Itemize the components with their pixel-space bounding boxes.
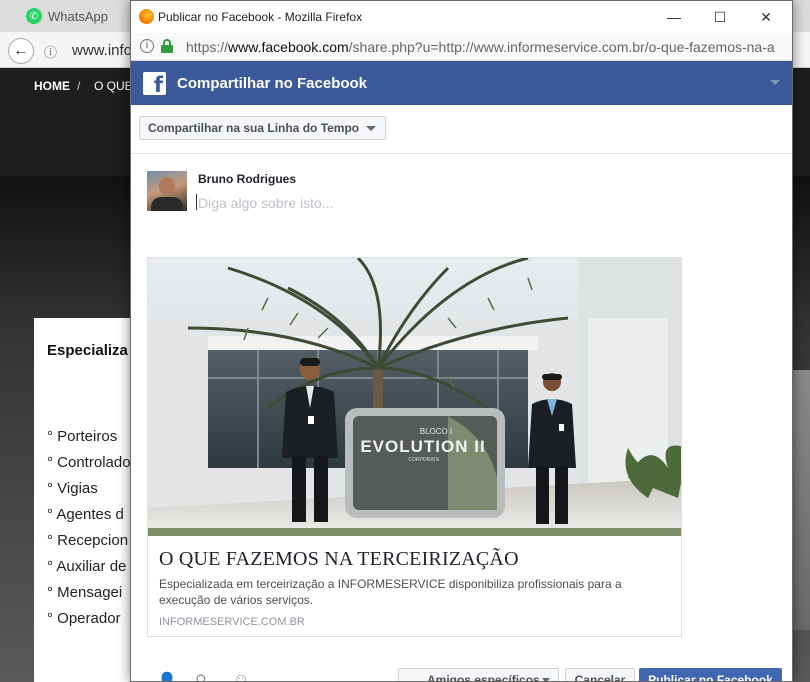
building-photo: BLOCO I EVOLUTION II CORPORATE [148,258,681,536]
user-name: Bruno Rodrigues [198,172,296,186]
minimize-button[interactable]: — [651,1,697,33]
chevron-down-icon [542,678,550,681]
list-item: ° Operador [47,610,121,627]
background-url[interactable]: www.info [72,42,132,59]
list-item: ° Auxiliar de [47,558,127,575]
nav-separator: / [77,79,81,93]
list-item: ° Mensagei [47,584,123,601]
list-item: ° Agentes d [47,506,124,523]
share-footer: 👤 ⚲ ☺ ● Amigos específicos Cancelar Publ… [131,661,792,682]
person-icon: ● [409,674,416,681]
facebook-share-popup: Publicar no Facebook - Mozilla Firefox —… [130,0,793,682]
list-item: ° Recepcion [47,532,129,549]
url-text[interactable]: https://www.facebook.com/share.php?u=htt… [186,39,775,55]
background-services-list: ° Porteiros ° Controlado ° Vigias ° Agen… [47,428,131,636]
divider [131,153,792,154]
link-preview-description: Especializada em terceirização a INFORME… [159,577,622,607]
emoji-icon[interactable]: ☺ [233,671,249,681]
sign-line-1: BLOCO I [420,427,452,436]
url-host: www.facebook.com [228,39,349,55]
facebook-header: f Compartilhar no Facebook [131,61,792,105]
share-target-dropdown[interactable]: Compartilhar na sua Linha do Tempo [139,116,386,140]
url-path: /share.php?u=http://www.informeservice.c… [348,39,775,55]
sign-line-3: CORPORATE [408,457,440,463]
back-button[interactable]: ← [8,38,34,64]
background-image-strip [790,370,810,630]
list-item: ° Controlado [47,454,131,471]
facebook-header-title: Compartilhar no Facebook [177,75,368,92]
facebook-logo-icon: f [143,72,166,95]
chevron-down-icon[interactable] [770,80,780,85]
info-icon[interactable]: i [140,39,154,53]
sign-line-2: EVOLUTION II [360,437,485,456]
url-bar[interactable]: i https://www.facebook.com/share.php?u=h… [131,33,792,61]
window-title: Publicar no Facebook - Mozilla Firefox [158,10,363,24]
url-scheme: https:// [186,39,229,55]
audience-label: Amigos específicos [427,673,540,682]
link-preview-card[interactable]: BLOCO I EVOLUTION II CORPORATE O QUE FAZ… [147,257,682,637]
background-info-icon[interactable]: ⓘ [44,42,57,61]
nav-next-link[interactable]: O QUE [94,79,133,93]
share-target-label: Compartilhar na sua Linha do Tempo [148,121,360,135]
background-tab-whatsapp[interactable]: ✆ WhatsApp [8,0,138,32]
post-text-input[interactable]: Diga algo sobre isto... [198,195,333,211]
firefox-icon [139,9,154,24]
list-item: ° Porteiros [47,428,118,445]
audience-selector-button[interactable]: ● Amigos específicos [398,668,559,682]
link-preview-image: BLOCO I EVOLUTION II CORPORATE [148,258,681,536]
location-icon[interactable]: ⚲ [195,671,207,681]
maximize-button[interactable]: ☐ [697,1,743,33]
nav-home-link[interactable]: HOME [34,79,70,93]
publish-button[interactable]: Publicar no Facebook [639,668,782,681]
text-cursor [196,194,197,210]
avatar [147,171,187,211]
background-tab-label: WhatsApp [48,8,108,24]
tag-people-icon[interactable]: 👤 [157,671,177,681]
window-titlebar[interactable]: Publicar no Facebook - Mozilla Firefox —… [131,1,792,33]
lock-icon[interactable] [161,39,173,53]
chevron-down-icon [366,126,376,131]
link-preview-domain: INFORMESERVICE.COM.BR [159,616,305,628]
cancel-button[interactable]: Cancelar [565,668,635,681]
close-button[interactable]: ✕ [743,1,789,33]
list-item: ° Vigias [47,480,98,497]
link-preview-title[interactable]: O QUE FAZEMOS NA TERCEIRIZAÇÃO [159,548,519,571]
whatsapp-icon: ✆ [26,8,42,24]
